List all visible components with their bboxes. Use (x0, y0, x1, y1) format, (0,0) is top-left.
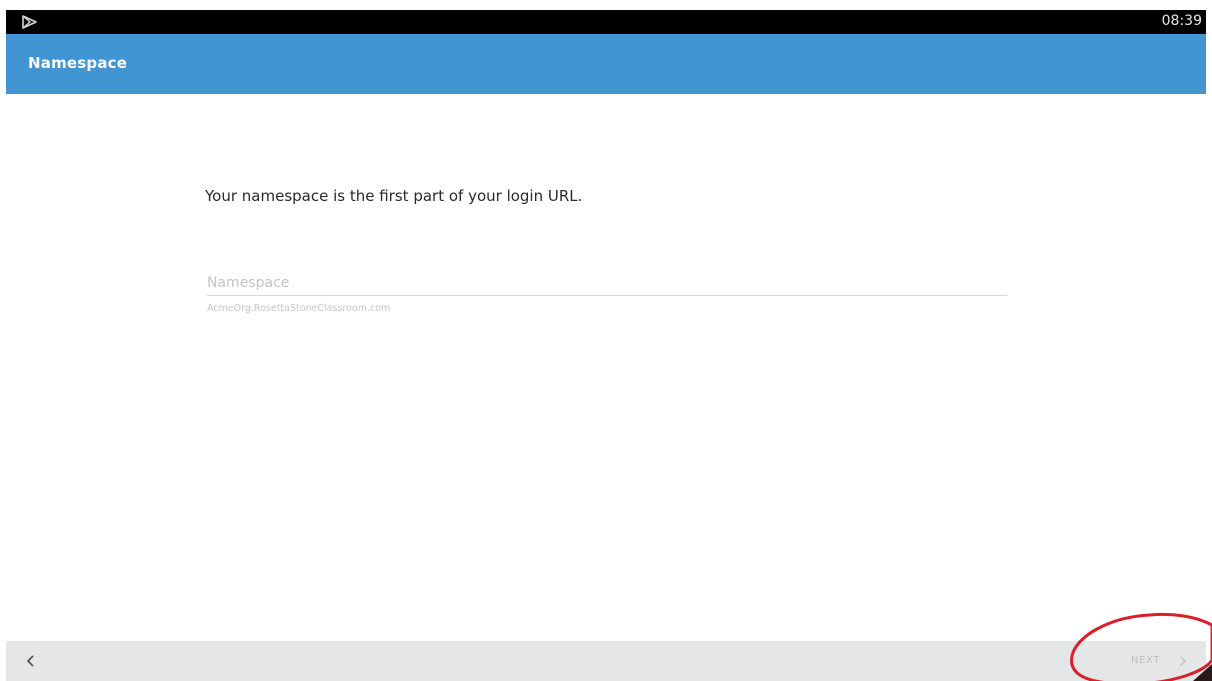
instructions-text: Your namespace is the first part of your… (205, 187, 583, 205)
namespace-input-underline (207, 295, 1007, 296)
next-button[interactable]: NEXT (1124, 651, 1194, 673)
app-bar: Namespace (6, 34, 1206, 94)
app-screen: 08:39 Namespace Your namespace is the fi… (0, 0, 1212, 681)
status-time: 08:39 (1161, 13, 1202, 29)
content-area: Your namespace is the first part of your… (6, 94, 1206, 641)
namespace-field[interactable] (207, 269, 1007, 299)
back-button[interactable] (18, 649, 42, 673)
play-store-icon (22, 15, 37, 29)
bottom-nav-bar: NEXT (6, 641, 1206, 681)
namespace-input[interactable] (207, 269, 1007, 297)
page-title: Namespace (28, 54, 128, 72)
chevron-right-icon (1180, 656, 1186, 666)
chevron-left-icon (27, 655, 34, 667)
namespace-hint: AcmeOrg.RosettaStoneClassroom.com (207, 303, 391, 314)
status-bar: 08:39 (6, 10, 1206, 34)
next-button-label: NEXT (1131, 655, 1160, 666)
